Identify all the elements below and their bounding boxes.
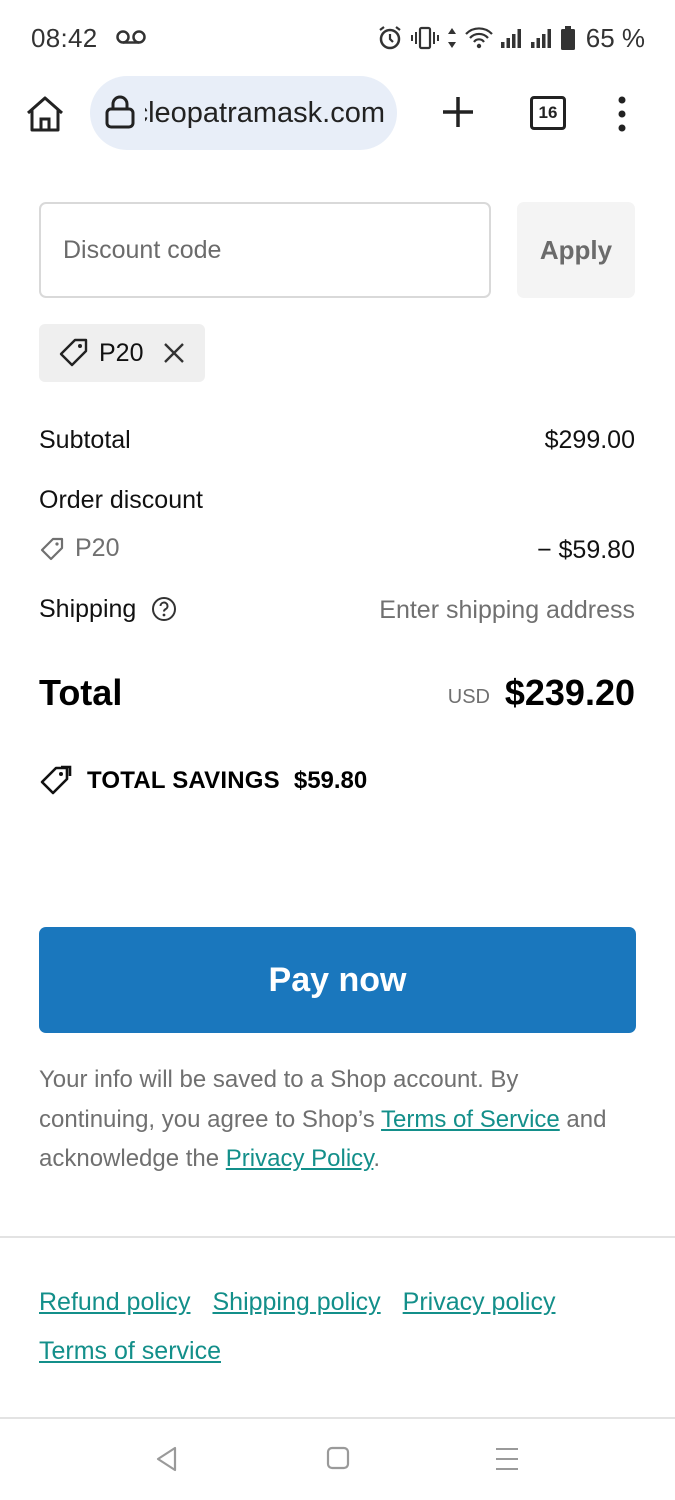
privacy-policy-link[interactable]: Privacy Policy <box>226 1145 374 1172</box>
total-value: $239.20 <box>504 672 635 713</box>
savings-tag-icon <box>40 765 72 795</box>
applied-code-label: P20 <box>99 338 144 367</box>
discount-code-line: P20 <box>39 534 119 563</box>
discount-value: − $59.80 <box>536 536 635 564</box>
home-icon[interactable] <box>24 94 66 134</box>
legal-suffix: . <box>373 1145 381 1172</box>
total-label: Total <box>39 672 123 713</box>
apply-button[interactable]: Apply <box>517 202 635 298</box>
shipping-label: Shipping <box>39 595 137 623</box>
shipping-policy-link[interactable]: Shipping policy <box>212 1288 380 1316</box>
help-icon[interactable] <box>151 596 177 622</box>
battery-percent: 65 % <box>585 22 645 53</box>
total-savings: TOTAL SAVINGS $59.80 <box>39 764 367 798</box>
order-discount-label: Order discount <box>39 486 203 514</box>
savings-amount: $59.80 <box>293 767 368 794</box>
tabs-icon[interactable]: 16 <box>530 96 566 130</box>
more-menu-icon[interactable] <box>612 94 632 134</box>
home-nav-icon[interactable] <box>326 1446 350 1470</box>
status-bar: 08:42 65 % <box>0 0 675 76</box>
recents-icon[interactable] <box>494 1445 520 1473</box>
discount-code-input[interactable] <box>39 202 491 298</box>
status-time: 08:42 <box>31 23 98 53</box>
discount-code-text: P20 <box>75 534 120 562</box>
total-currency: USD <box>447 686 490 708</box>
terms-of-service-link[interactable]: Terms of Service <box>381 1106 560 1133</box>
data-arrows-icon <box>447 28 456 48</box>
subtotal-label: Subtotal <box>39 426 131 454</box>
applied-code-chip: P20 <box>39 324 205 382</box>
voicemail-icon <box>116 30 146 44</box>
savings-label: TOTAL SAVINGS <box>87 767 280 794</box>
wifi-icon <box>464 27 493 49</box>
vibrate-icon <box>410 26 439 50</box>
back-icon[interactable] <box>153 1445 181 1473</box>
legal-text: Your info will be saved to a Shop accoun… <box>39 1060 639 1179</box>
subtotal-value: $299.00 <box>544 426 635 454</box>
signal-icon <box>530 29 551 48</box>
alarm-icon <box>379 26 401 50</box>
lock-icon <box>105 95 135 129</box>
tag-icon <box>40 537 64 560</box>
shipping-row: Shipping <box>39 595 177 624</box>
terms-of-service-footer-link[interactable]: Terms of service <box>39 1337 221 1365</box>
tag-icon <box>59 338 88 367</box>
shipping-value: Enter shipping address <box>379 596 635 624</box>
refund-policy-link[interactable]: Refund policy <box>39 1288 190 1316</box>
system-nav-bar <box>0 1419 675 1500</box>
pay-now-button[interactable]: Pay now <box>39 927 636 1033</box>
address-bar[interactable]: cleopatramask.com <box>90 76 397 150</box>
footer-privacy-policy-link[interactable]: Privacy policy <box>403 1288 556 1316</box>
footer-links: Refund policy Shipping policy Privacy poli… <box>39 1278 639 1376</box>
signal-icon <box>500 29 521 48</box>
browser-toolbar: cleopatramask.com 16 <box>0 76 675 152</box>
battery-icon <box>560 26 575 50</box>
url-text: cleopatramask.com <box>145 97 385 129</box>
footer-divider <box>0 1236 675 1238</box>
status-icons: 65 % <box>376 22 645 54</box>
new-tab-icon[interactable] <box>440 94 476 130</box>
remove-code-icon[interactable] <box>161 340 187 366</box>
